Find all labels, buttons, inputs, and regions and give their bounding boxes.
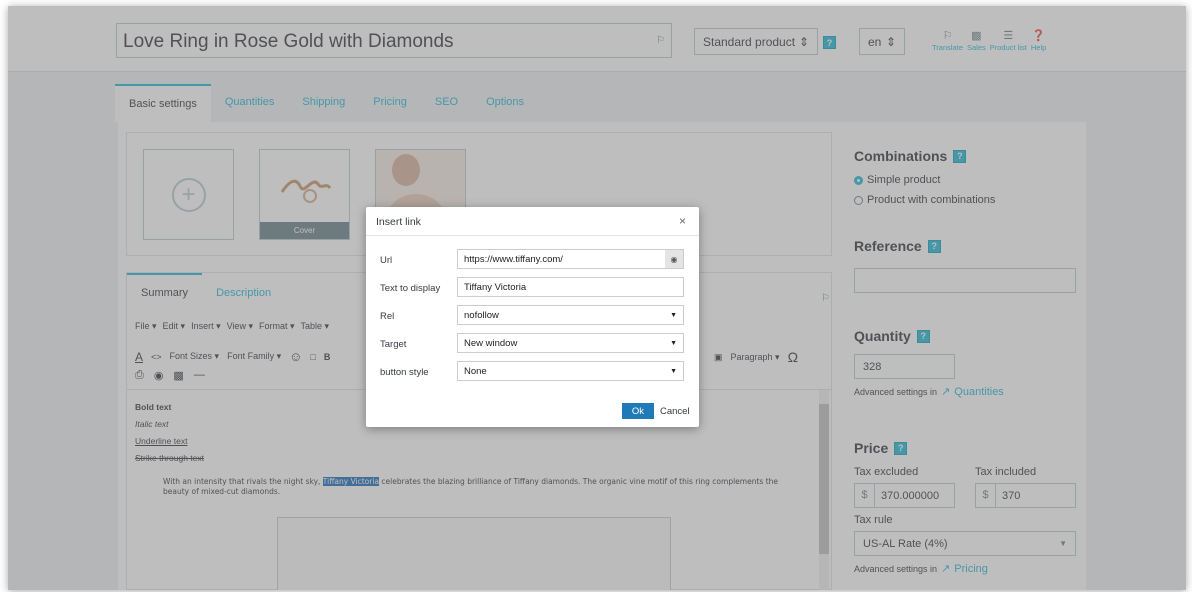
insert-link-dialog: Insert link × Url https://www.tiffany.co… — [366, 207, 699, 427]
text-to-display-label: Text to display — [380, 283, 441, 294]
chevron-down-icon: ▼ — [670, 339, 677, 347]
target-label: Target — [380, 339, 407, 350]
cancel-button[interactable]: Cancel — [660, 403, 690, 419]
url-label: Url — [380, 255, 393, 266]
url-input[interactable]: https://www.tiffany.com/ ◉ — [457, 249, 684, 269]
ok-button[interactable]: Ok — [622, 403, 654, 419]
browse-link-icon[interactable]: ◉ — [665, 250, 683, 268]
close-icon[interactable]: × — [679, 214, 686, 228]
dialog-title: Insert link — [376, 216, 421, 228]
button-style-label: button style — [380, 367, 429, 378]
product-page-window: Love Ring in Rose Gold with Diamonds ⚐ S… — [8, 6, 1186, 591]
chevron-down-icon: ▼ — [670, 311, 677, 319]
text-to-display-input[interactable]: Tiffany Victoria — [457, 277, 684, 297]
target-select[interactable]: New window ▼ — [457, 333, 684, 353]
button-style-select[interactable]: None ▼ — [457, 361, 684, 381]
rel-select[interactable]: nofollow ▼ — [457, 305, 684, 325]
rel-label: Rel — [380, 311, 395, 322]
chevron-down-icon: ▼ — [670, 367, 677, 375]
dialog-divider — [366, 235, 699, 236]
